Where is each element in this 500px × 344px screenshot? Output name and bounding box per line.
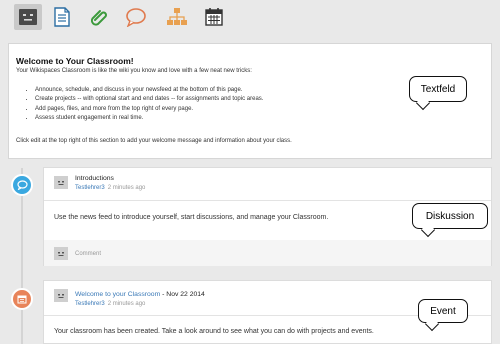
event-title[interactable]: Welcome to your Classroom (75, 291, 160, 298)
event-bubble-icon (11, 288, 33, 310)
welcome-bullet: Assess student engagement in real time. (35, 114, 263, 123)
avatar (54, 289, 68, 302)
discussion-title[interactable]: Introductions (75, 175, 114, 182)
callout-diskussion: Diskussion (412, 203, 488, 238)
event-time: 2 minutes ago (107, 301, 146, 307)
welcome-outro: Click edit at the top right of this sect… (16, 138, 292, 144)
discussion-body: Use the news feed to introduce yourself,… (54, 214, 329, 221)
home-icon[interactable] (14, 4, 42, 30)
welcome-bullet: Announce, schedule, and discuss in your … (35, 86, 263, 95)
callout-event: Event (418, 299, 468, 332)
discussion-meta: Testlehrer3 2 minutes ago (75, 185, 145, 191)
discussion-bubble-icon (11, 174, 33, 196)
comment-input[interactable]: Comment (75, 251, 101, 257)
event-date: - Nov 22 2014 (160, 291, 205, 298)
discussion-time: 2 minutes ago (107, 185, 146, 191)
toolbar (0, 0, 500, 36)
avatar (54, 176, 68, 189)
welcome-bullet: Add pages, files, and more from the top … (35, 105, 263, 114)
welcome-intro: Your Wikispaces Classroom is like the wi… (16, 68, 252, 74)
welcome-bullet: Create projects -- with optional start a… (35, 95, 263, 104)
callout-textfeld: Textfeld (409, 76, 467, 111)
avatar (54, 247, 68, 260)
files-icon[interactable] (86, 4, 114, 30)
event-author[interactable]: Testlehrer3 (75, 301, 105, 307)
discussion-author[interactable]: Testlehrer3 (75, 185, 105, 191)
callout-diskussion-label: Diskussion (425, 210, 475, 222)
callout-textfeld-label: Textfeld (420, 83, 456, 95)
welcome-bullet-list: Announce, schedule, and discuss in your … (29, 86, 263, 124)
divider (44, 200, 491, 201)
projects-icon[interactable] (163, 4, 191, 30)
event-title-row: Welcome to your Classroom - Nov 22 2014 (75, 291, 205, 298)
callout-event-label: Event (430, 305, 456, 317)
discussions-icon[interactable] (122, 4, 150, 30)
event-body: Your classroom has been created. Take a … (54, 328, 374, 335)
events-icon[interactable] (200, 4, 228, 30)
pages-icon[interactable] (48, 4, 76, 30)
comment-area[interactable]: Comment (44, 240, 491, 266)
welcome-title: Welcome to Your Classroom! (16, 56, 134, 66)
event-meta: Testlehrer3 2 minutes ago (75, 301, 145, 307)
